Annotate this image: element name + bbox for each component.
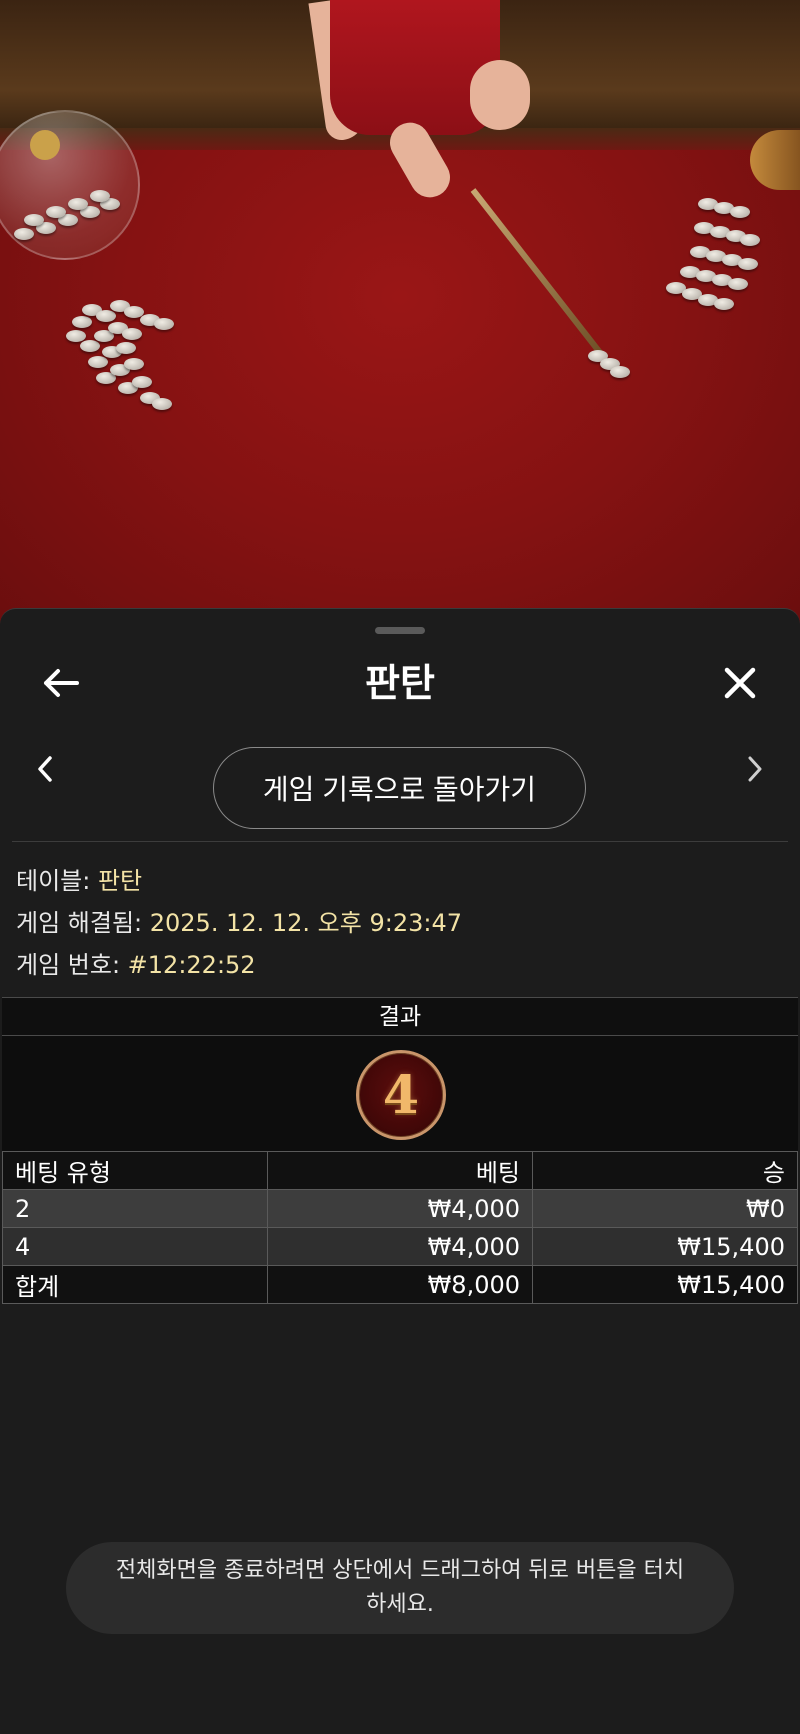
bets-table: 베팅 유형 베팅 승 2 ₩4,000 ₩0 4 ₩4,000 ₩15,400 …: [2, 1151, 798, 1304]
bet-amount-cell: ₩4,000: [267, 1189, 533, 1228]
table-header-row: 베팅 유형 베팅 승: [2, 1151, 798, 1190]
next-game-button[interactable]: [730, 739, 780, 799]
bead: [740, 234, 760, 246]
close-icon: [724, 667, 756, 699]
bead: [80, 340, 100, 352]
resolved-label: 게임 해결됨:: [16, 909, 150, 937]
bead: [96, 310, 116, 322]
bead: [610, 366, 630, 378]
section-divider: [12, 841, 788, 842]
table-row: 4 ₩4,000 ₩15,400: [2, 1227, 798, 1266]
bead: [738, 258, 758, 270]
win-amount-cell: ₩15,400: [532, 1227, 798, 1266]
table-row: 2 ₩4,000 ₩0: [2, 1189, 798, 1228]
drag-handle[interactable]: [375, 627, 425, 634]
close-button[interactable]: [710, 653, 770, 713]
bead: [124, 358, 144, 370]
back-button[interactable]: [30, 653, 90, 713]
page-title: 판탄: [365, 661, 435, 705]
game-details-sheet: 판탄 게임 기록으로 돌아가기 테이블: 판탄 게임 해결됨: 2025. 12…: [0, 608, 800, 1734]
bead: [72, 316, 92, 328]
table-info: 테이블: 판탄: [16, 861, 142, 896]
bowl-knob: [30, 130, 60, 160]
result-header: 결과: [2, 997, 798, 1036]
bead: [122, 328, 142, 340]
bead: [68, 198, 88, 210]
chevron-left-icon: [38, 756, 52, 782]
game-number-label: 게임 번호:: [16, 951, 128, 979]
column-header-win: 승: [532, 1151, 798, 1190]
bead: [154, 318, 174, 330]
game-number-info: 게임 번호: #12:22:52: [16, 945, 256, 980]
column-header-bet-type: 베팅 유형: [2, 1151, 268, 1190]
bead: [66, 330, 86, 342]
fullscreen-exit-toast: 전체화면을 종료하려면 상단에서 드래그하여 뒤로 버튼을 터치하세요.: [66, 1542, 734, 1634]
bead: [14, 228, 34, 240]
table-value: 판탄: [97, 867, 143, 895]
live-video-feed: [0, 0, 800, 640]
bet-type-cell: 4: [2, 1227, 268, 1266]
bead: [90, 190, 110, 202]
total-bet-cell: ₩8,000: [267, 1265, 533, 1304]
bead: [714, 298, 734, 310]
back-to-history-button[interactable]: 게임 기록으로 돌아가기: [213, 747, 586, 829]
bead: [88, 356, 108, 368]
total-label-cell: 합계: [2, 1265, 268, 1304]
chevron-right-icon: [748, 756, 762, 782]
bet-type-cell: 2: [2, 1189, 268, 1228]
bead: [132, 376, 152, 388]
game-number-value: #12:22:52: [127, 951, 256, 979]
dealer-hand: [470, 60, 530, 130]
column-header-bet: 베팅: [267, 1151, 533, 1190]
bead: [730, 206, 750, 218]
resolved-info: 게임 해결됨: 2025. 12. 12. 오후 9:23:47: [16, 903, 462, 938]
result-number-ball: 4: [356, 1050, 446, 1140]
previous-game-button[interactable]: [20, 739, 70, 799]
table-label: 테이블:: [16, 867, 98, 895]
total-row: 합계 ₩8,000 ₩15,400: [2, 1265, 798, 1304]
bet-amount-cell: ₩4,000: [267, 1227, 533, 1266]
win-amount-cell: ₩0: [532, 1189, 798, 1228]
bead: [116, 342, 136, 354]
result-panel: 4: [2, 1036, 798, 1151]
bead: [24, 214, 44, 226]
bead: [152, 398, 172, 410]
arrow-left-icon: [44, 669, 79, 697]
bead: [46, 206, 66, 218]
bead: [728, 278, 748, 290]
total-win-cell: ₩15,400: [532, 1265, 798, 1304]
resolved-value: 2025. 12. 12. 오후 9:23:47: [149, 909, 462, 937]
